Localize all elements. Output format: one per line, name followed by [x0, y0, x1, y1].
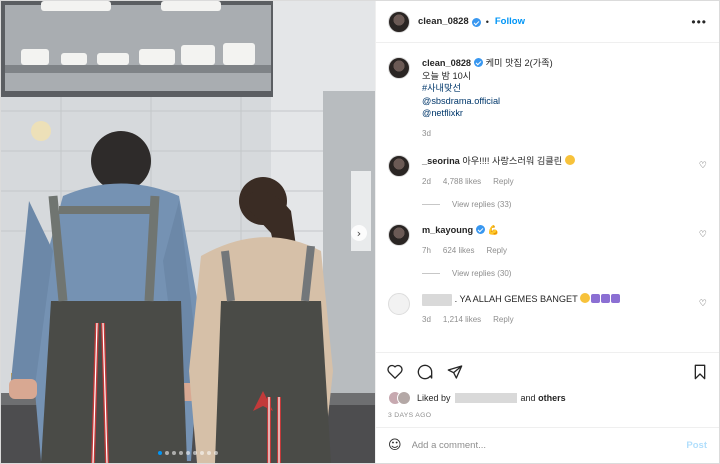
follow-button[interactable]: Follow: [495, 16, 525, 27]
post-button[interactable]: Post: [686, 440, 707, 451]
comment-input[interactable]: [411, 440, 687, 451]
caption-time: 3d: [422, 128, 431, 138]
mention-link[interactable]: @netflixkr: [422, 107, 707, 120]
heart-icon[interactable]: ♡: [699, 299, 707, 309]
author-username[interactable]: clean_0828: [418, 16, 469, 27]
post-photo[interactable]: ›: [1, 1, 375, 463]
others-link[interactable]: others: [538, 393, 566, 403]
divider: [422, 204, 440, 205]
photo-illustration: [1, 1, 375, 463]
emoji-icon: [611, 294, 621, 303]
flexed-biceps-icon: 💪: [487, 225, 500, 235]
share-icon[interactable]: [446, 363, 464, 381]
view-replies-label: View replies (30): [452, 269, 512, 278]
caption-line: 오늘 밤 10시: [422, 70, 472, 81]
comment-time: 2d: [422, 176, 431, 186]
comment-likes[interactable]: 1,214 likes: [443, 314, 481, 327]
comment-username[interactable]: _seorina: [422, 156, 460, 166]
post-header: clean_0828 • Follow •••: [376, 1, 719, 43]
comment-icon[interactable]: [416, 363, 434, 381]
action-bar: [376, 352, 719, 390]
emoji-icon[interactable]: ☺: [388, 438, 402, 453]
comment: m_kayoung 💪 7h 624 likes Reply ♡: [388, 224, 707, 257]
hashtag-link[interactable]: #사내맞선: [422, 82, 707, 95]
bookmark-icon[interactable]: [691, 363, 709, 381]
comment-text: 아우!!!! 사랑스러워 김클린: [462, 156, 563, 166]
comments-area[interactable]: clean_0828 케미 맛집 2(가족) 오늘 밤 10시 #사내맞선 @s…: [376, 43, 719, 352]
caption-username[interactable]: clean_0828: [422, 58, 471, 68]
more-icon[interactable]: •••: [691, 15, 707, 29]
avatar[interactable]: [388, 293, 410, 315]
carousel-dot: [214, 451, 218, 455]
carousel-indicators: [1, 451, 375, 455]
likes-summary[interactable]: Liked by and others: [376, 390, 719, 406]
reply-button[interactable]: Reply: [493, 314, 513, 327]
emoji-icon: [601, 294, 611, 303]
post-date: 3 DAYS AGO: [388, 412, 432, 419]
carousel-dot: [179, 451, 183, 455]
liked-by-label: Liked by: [417, 393, 451, 403]
carousel-dot: [165, 451, 169, 455]
carousel-dot: [193, 451, 197, 455]
comment-time: 7h: [422, 245, 431, 255]
heart-icon[interactable]: [386, 363, 404, 381]
blurred-username: [454, 393, 517, 403]
and-label: and: [520, 393, 536, 403]
comment-likes[interactable]: 4,788 likes: [443, 176, 481, 189]
post-side-panel: clean_0828 • Follow ••• clean_0828 케미 맛집…: [375, 1, 719, 463]
mention-link[interactable]: @sbsdrama.official: [422, 95, 707, 108]
verified-icon: [471, 18, 481, 27]
comment-text: . YA ALLAH GEMES BANGET: [454, 294, 578, 304]
post-modal: › clean_0828 • Follow ••• clean_0828 케미 …: [0, 0, 720, 464]
comment: . YA ALLAH GEMES BANGET 3d 1,214 likes R…: [388, 293, 707, 326]
verified-icon: [476, 225, 486, 234]
comment-likes[interactable]: 624 likes: [443, 245, 475, 258]
divider: [422, 273, 440, 274]
crying-emoji-icon: [580, 293, 591, 303]
verified-icon: [474, 58, 484, 67]
carousel-dot: [207, 451, 211, 455]
view-replies-label: View replies (33): [452, 200, 512, 209]
next-photo-button[interactable]: ›: [351, 225, 367, 241]
carousel-dot: [172, 451, 176, 455]
comment: _seorina 아우!!!! 사랑스러워 김클린 2d 4,788 likes…: [388, 155, 707, 188]
carousel-dot: [186, 451, 190, 455]
avatar[interactable]: [388, 155, 410, 177]
heart-eyes-emoji-icon: [564, 155, 575, 165]
avatar[interactable]: [388, 224, 410, 246]
chevron-right-icon: ›: [356, 226, 362, 240]
reply-button[interactable]: Reply: [493, 176, 513, 189]
avatar: [397, 391, 411, 405]
emoji-icon: [591, 294, 601, 303]
carousel-dot: [158, 451, 162, 455]
separator-dot: •: [485, 16, 489, 27]
reply-button[interactable]: Reply: [486, 245, 506, 258]
heart-icon[interactable]: ♡: [699, 161, 707, 171]
comment-username[interactable]: m_kayoung: [422, 225, 473, 235]
carousel-dot: [200, 451, 204, 455]
add-comment-bar: ☺ Post: [376, 427, 719, 463]
view-replies[interactable]: View replies (30): [422, 269, 707, 278]
blurred-username: [422, 293, 452, 306]
avatar[interactable]: [388, 10, 410, 33]
caption-line: 케미 맛집 2(가족): [485, 58, 553, 68]
view-replies[interactable]: View replies (33): [422, 200, 707, 209]
avatar[interactable]: [388, 57, 410, 79]
post-caption: clean_0828 케미 맛집 2(가족) 오늘 밤 10시 #사내맞선 @s…: [388, 57, 707, 140]
heart-icon[interactable]: ♡: [699, 230, 707, 240]
comment-time: 3d: [422, 314, 431, 324]
